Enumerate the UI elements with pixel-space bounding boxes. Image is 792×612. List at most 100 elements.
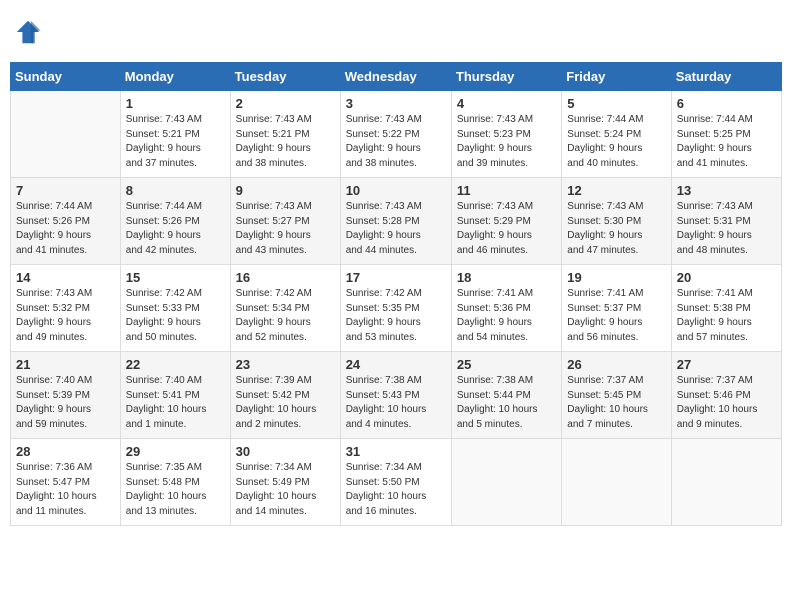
day-number: 18 (457, 270, 556, 285)
day-info: Sunrise: 7:43 AM Sunset: 5:22 PM Dayligh… (346, 113, 446, 171)
day-number: 23 (236, 357, 335, 372)
calendar-cell: 31 Sunrise: 7:34 AM Sunset: 5:50 PM Dayli… (340, 439, 451, 526)
calendar-cell (562, 439, 671, 526)
day-number: 9 (236, 183, 335, 198)
logo-icon (14, 18, 42, 46)
day-info: Sunrise: 7:44 AM Sunset: 5:26 PM Dayligh… (126, 200, 225, 258)
calendar-cell: 8 Sunrise: 7:44 AM Sunset: 5:26 PM Daylig… (120, 178, 230, 265)
calendar-cell: 27 Sunrise: 7:37 AM Sunset: 5:46 PM Dayli… (671, 352, 781, 439)
day-info: Sunrise: 7:42 AM Sunset: 5:35 PM Dayligh… (346, 287, 446, 345)
day-number: 28 (16, 444, 115, 459)
weekday-header-wednesday: Wednesday (340, 63, 451, 91)
weekday-header-saturday: Saturday (671, 63, 781, 91)
calendar-cell (11, 91, 121, 178)
page-header (10, 10, 782, 54)
day-number: 4 (457, 96, 556, 111)
day-number: 20 (677, 270, 776, 285)
day-number: 31 (346, 444, 446, 459)
day-info: Sunrise: 7:44 AM Sunset: 5:24 PM Dayligh… (567, 113, 665, 171)
calendar-cell: 20 Sunrise: 7:41 AM Sunset: 5:38 PM Dayli… (671, 265, 781, 352)
day-info: Sunrise: 7:44 AM Sunset: 5:25 PM Dayligh… (677, 113, 776, 171)
day-info: Sunrise: 7:43 AM Sunset: 5:31 PM Dayligh… (677, 200, 776, 258)
day-info: Sunrise: 7:38 AM Sunset: 5:44 PM Dayligh… (457, 374, 556, 432)
day-info: Sunrise: 7:37 AM Sunset: 5:45 PM Dayligh… (567, 374, 665, 432)
day-number: 1 (126, 96, 225, 111)
calendar-cell: 25 Sunrise: 7:38 AM Sunset: 5:44 PM Dayli… (451, 352, 561, 439)
calendar-cell: 23 Sunrise: 7:39 AM Sunset: 5:42 PM Dayli… (230, 352, 340, 439)
calendar-cell: 6 Sunrise: 7:44 AM Sunset: 5:25 PM Daylig… (671, 91, 781, 178)
calendar-cell: 29Sunrise: 7:35 AM Sunset: 5:48 PM Dayli… (120, 439, 230, 526)
day-number: 17 (346, 270, 446, 285)
day-number: 21 (16, 357, 115, 372)
day-number: 6 (677, 96, 776, 111)
calendar-cell: 9 Sunrise: 7:43 AM Sunset: 5:27 PM Daylig… (230, 178, 340, 265)
calendar-cell: 18Sunrise: 7:41 AM Sunset: 5:36 PM Dayli… (451, 265, 561, 352)
day-info: Sunrise: 7:34 AM Sunset: 5:50 PM Dayligh… (346, 461, 446, 519)
calendar-week-row: 7 Sunrise: 7:44 AM Sunset: 5:26 PM Daylig… (11, 178, 782, 265)
calendar-cell: 12 Sunrise: 7:43 AM Sunset: 5:30 PM Dayli… (562, 178, 671, 265)
weekday-header-monday: Monday (120, 63, 230, 91)
day-number: 22 (126, 357, 225, 372)
day-info: Sunrise: 7:43 AM Sunset: 5:30 PM Dayligh… (567, 200, 665, 258)
day-number: 12 (567, 183, 665, 198)
calendar-cell: 16Sunrise: 7:42 AM Sunset: 5:34 PM Dayli… (230, 265, 340, 352)
day-info: Sunrise: 7:43 AM Sunset: 5:21 PM Dayligh… (236, 113, 335, 171)
calendar-cell: 14 Sunrise: 7:43 AM Sunset: 5:32 PM Dayli… (11, 265, 121, 352)
calendar-week-row: 28 Sunrise: 7:36 AM Sunset: 5:47 PM Dayli… (11, 439, 782, 526)
day-number: 10 (346, 183, 446, 198)
day-info: Sunrise: 7:37 AM Sunset: 5:46 PM Dayligh… (677, 374, 776, 432)
calendar-cell (671, 439, 781, 526)
day-number: 3 (346, 96, 446, 111)
day-info: Sunrise: 7:39 AM Sunset: 5:42 PM Dayligh… (236, 374, 335, 432)
weekday-header-tuesday: Tuesday (230, 63, 340, 91)
day-info: Sunrise: 7:40 AM Sunset: 5:41 PM Dayligh… (126, 374, 225, 432)
calendar-cell: 21 Sunrise: 7:40 AM Sunset: 5:39 PM Dayli… (11, 352, 121, 439)
calendar-cell: 26 Sunrise: 7:37 AM Sunset: 5:45 PM Dayli… (562, 352, 671, 439)
calendar-cell: 17 Sunrise: 7:42 AM Sunset: 5:35 PM Dayli… (340, 265, 451, 352)
day-number: 7 (16, 183, 115, 198)
day-info: Sunrise: 7:36 AM Sunset: 5:47 PM Dayligh… (16, 461, 115, 519)
calendar-cell: 10 Sunrise: 7:43 AM Sunset: 5:28 PM Dayli… (340, 178, 451, 265)
calendar-cell: 11Sunrise: 7:43 AM Sunset: 5:29 PM Dayli… (451, 178, 561, 265)
day-number: 27 (677, 357, 776, 372)
calendar-cell: 1 Sunrise: 7:43 AM Sunset: 5:21 PM Daylig… (120, 91, 230, 178)
calendar-cell: 30 Sunrise: 7:34 AM Sunset: 5:49 PM Dayli… (230, 439, 340, 526)
day-info: Sunrise: 7:43 AM Sunset: 5:28 PM Dayligh… (346, 200, 446, 258)
day-info: Sunrise: 7:43 AM Sunset: 5:32 PM Dayligh… (16, 287, 115, 345)
day-info: Sunrise: 7:41 AM Sunset: 5:38 PM Dayligh… (677, 287, 776, 345)
day-number: 25 (457, 357, 556, 372)
day-info: Sunrise: 7:43 AM Sunset: 5:27 PM Dayligh… (236, 200, 335, 258)
day-number: 14 (16, 270, 115, 285)
day-number: 15 (126, 270, 225, 285)
calendar-cell: 3 Sunrise: 7:43 AM Sunset: 5:22 PM Daylig… (340, 91, 451, 178)
logo (14, 18, 46, 46)
day-number: 26 (567, 357, 665, 372)
calendar-week-row: 21 Sunrise: 7:40 AM Sunset: 5:39 PM Dayli… (11, 352, 782, 439)
day-info: Sunrise: 7:34 AM Sunset: 5:49 PM Dayligh… (236, 461, 335, 519)
calendar-cell (451, 439, 561, 526)
day-info: Sunrise: 7:44 AM Sunset: 5:26 PM Dayligh… (16, 200, 115, 258)
day-info: Sunrise: 7:38 AM Sunset: 5:43 PM Dayligh… (346, 374, 446, 432)
day-info: Sunrise: 7:41 AM Sunset: 5:37 PM Dayligh… (567, 287, 665, 345)
day-number: 13 (677, 183, 776, 198)
day-number: 30 (236, 444, 335, 459)
calendar-cell: 5 Sunrise: 7:44 AM Sunset: 5:24 PM Daylig… (562, 91, 671, 178)
day-number: 29 (126, 444, 225, 459)
day-number: 8 (126, 183, 225, 198)
calendar-cell: 4 Sunrise: 7:43 AM Sunset: 5:23 PM Daylig… (451, 91, 561, 178)
calendar-cell: 19 Sunrise: 7:41 AM Sunset: 5:37 PM Dayli… (562, 265, 671, 352)
calendar-week-row: 14 Sunrise: 7:43 AM Sunset: 5:32 PM Dayli… (11, 265, 782, 352)
day-number: 16 (236, 270, 335, 285)
calendar-week-row: 1 Sunrise: 7:43 AM Sunset: 5:21 PM Daylig… (11, 91, 782, 178)
day-info: Sunrise: 7:43 AM Sunset: 5:21 PM Dayligh… (126, 113, 225, 171)
day-number: 19 (567, 270, 665, 285)
day-number: 2 (236, 96, 335, 111)
calendar-cell: 7 Sunrise: 7:44 AM Sunset: 5:26 PM Daylig… (11, 178, 121, 265)
calendar-cell: 22 Sunrise: 7:40 AM Sunset: 5:41 PM Dayli… (120, 352, 230, 439)
calendar-cell: 2 Sunrise: 7:43 AM Sunset: 5:21 PM Daylig… (230, 91, 340, 178)
day-info: Sunrise: 7:40 AM Sunset: 5:39 PM Dayligh… (16, 374, 115, 432)
day-number: 24 (346, 357, 446, 372)
day-info: Sunrise: 7:43 AM Sunset: 5:23 PM Dayligh… (457, 113, 556, 171)
calendar-table: SundayMondayTuesdayWednesdayThursdayFrid… (10, 62, 782, 526)
day-number: 5 (567, 96, 665, 111)
